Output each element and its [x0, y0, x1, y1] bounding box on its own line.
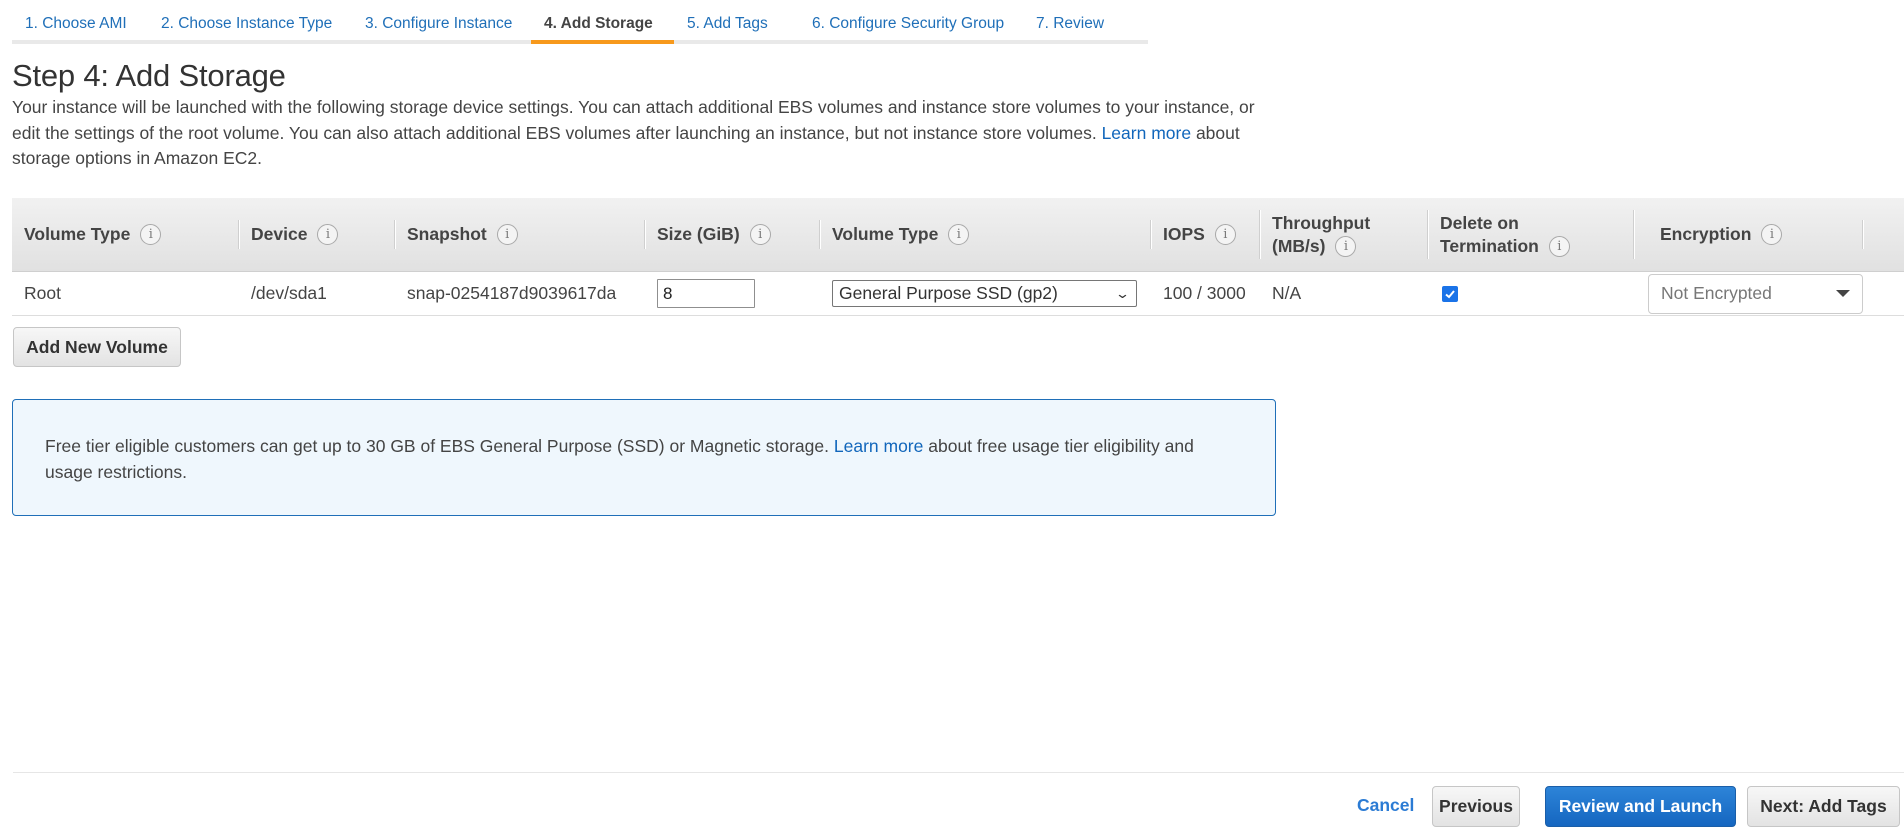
tab-choose-ami[interactable]: 1. Choose AMI [12, 14, 148, 44]
column-label: Size (GiB) [657, 224, 740, 244]
column-header-size: Size (GiB) i [645, 198, 820, 271]
tab-label: 2. Choose Instance Type [161, 15, 333, 32]
add-new-volume-button[interactable]: Add New Volume [13, 327, 181, 367]
description-text: Your instance will be launched with the … [12, 97, 1255, 143]
size-input[interactable] [657, 279, 755, 308]
cell-delete-on-termination [1428, 272, 1634, 315]
cell-volume-type: Root [24, 283, 61, 303]
tab-label: 1. Choose AMI [25, 15, 127, 32]
info-icon[interactable]: i [496, 224, 518, 245]
delete-on-termination-checkbox[interactable] [1442, 285, 1458, 302]
column-header-snapshot: Snapshot i [395, 198, 645, 271]
info-text: Free tier eligible customers can get up … [45, 436, 829, 456]
tab-label: 7. Review [1036, 15, 1105, 32]
page-title: Step 4: Add Storage [12, 58, 286, 93]
review-and-launch-button[interactable]: Review and Launch [1545, 786, 1736, 827]
tab-add-storage[interactable]: 4. Add Storage [531, 14, 674, 44]
page-description: Your instance will be launched with the … [12, 95, 1282, 172]
column-label: Encryption [1660, 224, 1752, 244]
table-header: Volume Type i Device i Snapshot i Size (… [12, 198, 1904, 272]
column-header-device: Device i [239, 198, 395, 271]
column-label: Throughput [1272, 212, 1371, 233]
column-header-throughput: Throughput (MB/s) i [1260, 198, 1428, 271]
learn-more-storage-link[interactable]: Learn more [1102, 123, 1192, 143]
info-icon[interactable]: i [1335, 235, 1357, 257]
column-label: Delete on [1440, 212, 1519, 233]
info-icon[interactable]: i [1548, 235, 1570, 257]
column-label-line2: Termination [1440, 235, 1539, 256]
wizard-steps: 1. Choose AMI 2. Choose Instance Type 3.… [12, 14, 1148, 44]
tab-add-tags[interactable]: 5. Add Tags [674, 14, 799, 44]
tab-choose-instance-type[interactable]: 2. Choose Instance Type [148, 14, 352, 44]
tab-label: 6. Configure Security Group [812, 15, 1005, 32]
info-icon[interactable]: i [948, 224, 970, 245]
free-tier-info-box: Free tier eligible customers can get up … [12, 399, 1276, 516]
cell-throughput: N/A [1272, 283, 1302, 303]
cell-iops: 100 / 3000 [1163, 283, 1246, 303]
storage-table: Volume Type i Device i Snapshot i Size (… [12, 198, 1904, 316]
tab-label: 3. Configure Instance [365, 15, 513, 32]
cell-ebs-volume-type: General Purpose SSD (gp2) ⌄ [820, 272, 1151, 315]
column-label: Snapshot [407, 224, 487, 244]
cell-encryption: Not Encrypted [1634, 272, 1863, 315]
column-header-volume-type: Volume Type i [12, 198, 239, 271]
volume-type-selected: General Purpose SSD (gp2) [839, 283, 1058, 303]
tab-label: 4. Add Storage [544, 15, 653, 32]
column-header-delete-on-termination: Delete on Termination i [1428, 198, 1634, 271]
table-row: Root /dev/sda1 snap-0254187d9039617da Ge… [12, 272, 1904, 316]
info-icon[interactable]: i [140, 224, 162, 245]
tab-label: 5. Add Tags [687, 15, 768, 32]
cancel-link[interactable]: Cancel [1357, 795, 1414, 816]
volume-type-select[interactable]: General Purpose SSD (gp2) ⌄ [832, 280, 1137, 307]
info-icon[interactable]: i [1761, 224, 1783, 245]
cell-size [645, 272, 820, 315]
column-label: Device [251, 224, 308, 244]
info-icon[interactable]: i [749, 224, 771, 245]
learn-more-free-tier-link[interactable]: Learn more [834, 436, 924, 456]
column-header-iops: IOPS i [1151, 198, 1260, 271]
next-add-tags-button[interactable]: Next: Add Tags [1747, 786, 1900, 827]
column-label-line2: (MB/s) [1272, 235, 1326, 256]
cell-snapshot: snap-0254187d9039617da [407, 283, 617, 303]
cell-device: /dev/sda1 [251, 283, 327, 303]
caret-down-icon [1836, 290, 1850, 297]
checkmark-icon [1445, 289, 1455, 298]
encryption-select[interactable]: Not Encrypted [1648, 273, 1863, 314]
tab-configure-security-group[interactable]: 6. Configure Security Group [799, 14, 1023, 44]
column-label: IOPS [1163, 224, 1205, 244]
encryption-selected: Not Encrypted [1661, 283, 1772, 303]
column-label: Volume Type [24, 224, 131, 244]
info-icon[interactable]: i [1214, 224, 1236, 245]
column-label: Volume Type [832, 224, 939, 244]
column-header-encryption: Encryption i [1634, 198, 1863, 271]
tab-review[interactable]: 7. Review [1023, 14, 1148, 44]
column-header-ebs-volume-type: Volume Type i [820, 198, 1151, 271]
tab-configure-instance[interactable]: 3. Configure Instance [352, 14, 531, 44]
chevron-down-icon: ⌄ [1114, 285, 1131, 301]
info-icon[interactable]: i [317, 224, 339, 245]
previous-button[interactable]: Previous [1432, 786, 1520, 827]
footer-divider [13, 772, 1904, 773]
